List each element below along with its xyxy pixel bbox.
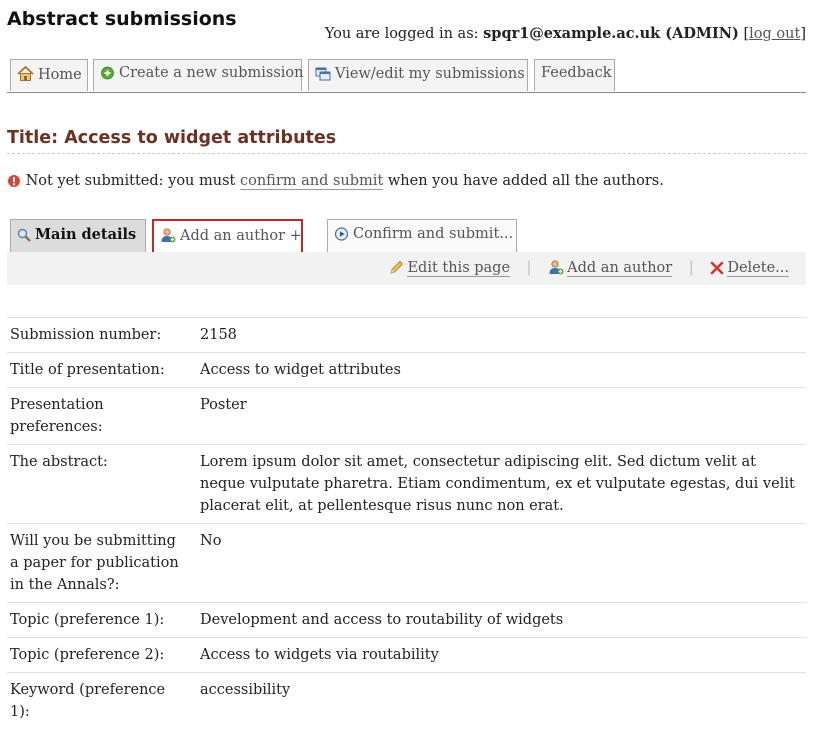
windows-icon	[315, 65, 331, 81]
add-author-link[interactable]: Add an author	[567, 260, 672, 277]
submission-status: Not yet submitted: you must confirm and …	[7, 173, 664, 189]
login-status: You are logged in as: spqr1@example.ac.u…	[325, 25, 806, 42]
app-title: Abstract submissions	[7, 8, 237, 30]
main-nav: Home Create a new submission View/edit m…	[7, 59, 806, 93]
field-value: No	[191, 524, 806, 603]
pencil-icon	[389, 260, 404, 275]
field-value: accessibility	[191, 673, 806, 729]
field-value: Access to widgets via routability	[191, 638, 806, 673]
tab-main-details-label: Main details	[35, 226, 136, 243]
add-circle-icon	[100, 65, 115, 80]
field-label: Topic (preference 1):	[7, 603, 191, 638]
table-row: Topic (preference 1): Development and ac…	[7, 603, 806, 638]
tab-home[interactable]: Home	[10, 59, 88, 91]
user-add-icon	[548, 259, 564, 275]
table-row: Presentation preferences: Poster	[7, 388, 806, 445]
tab-main-details[interactable]: Main details	[10, 219, 146, 252]
field-label: Topic (preference 2):	[7, 638, 191, 673]
tab-create-submission-label: Create a new submission	[119, 65, 304, 81]
field-value: Access to widget attributes	[191, 353, 806, 388]
tab-create-submission[interactable]: Create a new submission	[93, 59, 302, 91]
warning-icon	[7, 174, 21, 188]
field-label: Keyword (preference 1):	[7, 673, 191, 729]
toolbar-separator: |	[689, 260, 694, 276]
submission-details-table: Submission number: 2158 Title of present…	[7, 317, 806, 729]
status-suffix: when you have added all the authors.	[388, 173, 664, 189]
table-row: Submission number: 2158	[7, 318, 806, 353]
tab-confirm-submit[interactable]: Confirm and submit...	[327, 219, 517, 252]
tab-add-author-label: Add an author +	[180, 228, 302, 244]
login-prefix: You are logged in as:	[325, 26, 479, 42]
table-row: Topic (preference 2): Access to widgets …	[7, 638, 806, 673]
tab-confirm-submit-label: Confirm and submit...	[353, 226, 513, 242]
play-circle-icon	[334, 226, 349, 241]
tab-feedback[interactable]: Feedback	[534, 59, 615, 91]
logout-bracket-close: ]	[800, 26, 806, 42]
field-label: Submission number:	[7, 318, 191, 353]
tab-view-edit-submissions[interactable]: View/edit my submissions	[308, 59, 528, 91]
user-add-icon	[160, 227, 176, 243]
field-label: Will you be submitting a paper for publi…	[7, 524, 191, 603]
field-label: The abstract:	[7, 445, 191, 524]
field-value: Development and access to routability of…	[191, 603, 806, 638]
tab-feedback-label: Feedback	[541, 65, 612, 81]
field-value: Poster	[191, 388, 806, 445]
field-value: Lorem ipsum dolor sit amet, consectetur …	[191, 445, 806, 524]
table-row: Will you be submitting a paper for publi…	[7, 524, 806, 603]
action-toolbar: Edit this page | Add an author | Delete.…	[7, 252, 806, 285]
tab-view-edit-label: View/edit my submissions	[335, 66, 525, 82]
table-row: Title of presentation: Access to widget …	[7, 353, 806, 388]
tab-add-author[interactable]: Add an author +	[152, 219, 303, 252]
table-row: Keyword (preference 1): accessibility	[7, 673, 806, 729]
page-title: Title: Access to widget attributes	[7, 128, 806, 154]
magnifier-icon	[17, 228, 31, 242]
home-icon	[17, 65, 34, 82]
toolbar-actions: Edit this page | Add an author | Delete.…	[389, 259, 789, 276]
field-label: Title of presentation:	[7, 353, 191, 388]
delete-icon	[710, 261, 724, 275]
field-value: 2158	[191, 318, 806, 353]
tab-home-label: Home	[38, 67, 82, 83]
toolbar-separator: |	[527, 260, 532, 276]
field-label: Presentation preferences:	[7, 388, 191, 445]
confirm-submit-link[interactable]: confirm and submit	[240, 173, 383, 190]
logout-link[interactable]: log out	[749, 26, 800, 42]
login-user: spqr1@example.ac.uk (ADMIN)	[483, 25, 739, 42]
delete-link[interactable]: Delete...	[727, 260, 789, 277]
edit-page-link[interactable]: Edit this page	[407, 260, 510, 277]
table-row: The abstract: Lorem ipsum dolor sit amet…	[7, 445, 806, 524]
status-prefix: Not yet submitted: you must	[26, 173, 236, 189]
submission-tabs: Main details Add an author + Confirm and…	[7, 219, 806, 253]
